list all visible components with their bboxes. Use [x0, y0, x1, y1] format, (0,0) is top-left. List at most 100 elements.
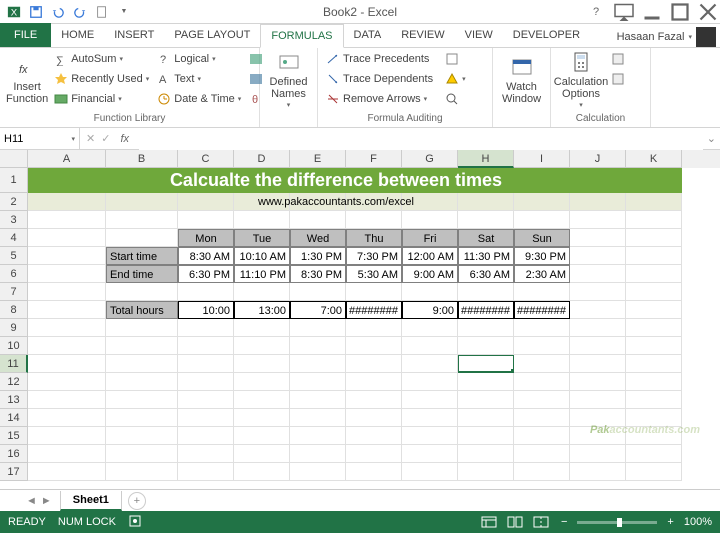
- new-icon[interactable]: [92, 2, 112, 22]
- cancel-icon[interactable]: ✕: [86, 132, 95, 145]
- maximize-icon[interactable]: [668, 2, 692, 22]
- day-header[interactable]: Wed: [290, 229, 346, 247]
- col-header[interactable]: D: [234, 150, 290, 168]
- data-cell[interactable]: 1:30 PM: [290, 247, 346, 265]
- tab-developer[interactable]: DEVELOPER: [503, 23, 590, 47]
- data-cell[interactable]: 8:30 PM: [290, 265, 346, 283]
- tab-view[interactable]: VIEW: [455, 23, 503, 47]
- row-header[interactable]: 8: [0, 301, 28, 319]
- row-header[interactable]: 15: [0, 427, 28, 445]
- tab-insert[interactable]: INSERT: [104, 23, 164, 47]
- row-header[interactable]: 9: [0, 319, 28, 337]
- total-cell[interactable]: ########: [514, 301, 570, 319]
- total-cell[interactable]: 13:00: [234, 301, 290, 319]
- page-break-view-icon[interactable]: [531, 514, 551, 530]
- logical-button[interactable]: ?Logical▾: [155, 50, 243, 68]
- data-cell[interactable]: 5:30 AM: [346, 265, 402, 283]
- tab-file[interactable]: FILE: [0, 23, 51, 47]
- day-header[interactable]: Thu: [346, 229, 402, 247]
- help-icon[interactable]: ?: [584, 2, 608, 22]
- data-cell[interactable]: 9:30 PM: [514, 247, 570, 265]
- calc-sheet-icon[interactable]: [609, 70, 627, 88]
- page-layout-view-icon[interactable]: [505, 514, 525, 530]
- autosum-button[interactable]: ∑AutoSum▾: [52, 50, 151, 68]
- row-header[interactable]: 10: [0, 337, 28, 355]
- insert-function-button[interactable]: fx Insert Function: [6, 50, 48, 110]
- row-header[interactable]: 13: [0, 391, 28, 409]
- recently-used-button[interactable]: Recently Used▾: [52, 70, 151, 88]
- tab-page-layout[interactable]: PAGE LAYOUT: [164, 23, 260, 47]
- data-cell[interactable]: 7:30 PM: [346, 247, 402, 265]
- col-header[interactable]: E: [290, 150, 346, 168]
- day-header[interactable]: Mon: [178, 229, 234, 247]
- active-cell[interactable]: [458, 355, 514, 373]
- row-header[interactable]: 11: [0, 355, 28, 373]
- select-all-corner[interactable]: [0, 150, 28, 168]
- row-header[interactable]: 5: [0, 247, 28, 265]
- row-header[interactable]: 1: [0, 168, 28, 193]
- end-time-label[interactable]: End time: [106, 265, 178, 283]
- excel-icon[interactable]: X: [4, 2, 24, 22]
- row-header[interactable]: 14: [0, 409, 28, 427]
- defined-names-button[interactable]: Defined Names▾: [266, 50, 311, 110]
- macro-record-icon[interactable]: [128, 514, 142, 531]
- watch-window-button[interactable]: Watch Window: [499, 50, 544, 110]
- data-cell[interactable]: 9:00 AM: [402, 265, 458, 283]
- zoom-in-button[interactable]: +: [663, 516, 677, 528]
- redo-icon[interactable]: [70, 2, 90, 22]
- worksheet[interactable]: A B C D E F G H I J K Calcualte the diff…: [0, 150, 720, 489]
- minimize-icon[interactable]: [640, 2, 664, 22]
- total-cell[interactable]: 9:00: [402, 301, 458, 319]
- row-header[interactable]: 3: [0, 211, 28, 229]
- col-header[interactable]: K: [626, 150, 682, 168]
- day-header[interactable]: Tue: [234, 229, 290, 247]
- enter-icon[interactable]: ✓: [101, 132, 110, 145]
- data-cell[interactable]: 2:30 AM: [514, 265, 570, 283]
- zoom-slider[interactable]: [577, 521, 657, 524]
- total-cell[interactable]: ########: [346, 301, 402, 319]
- col-header[interactable]: F: [346, 150, 402, 168]
- row-header[interactable]: 4: [0, 229, 28, 247]
- data-cell[interactable]: 11:30 PM: [458, 247, 514, 265]
- normal-view-icon[interactable]: [479, 514, 499, 530]
- data-cell[interactable]: 6:30 AM: [458, 265, 514, 283]
- total-hours-label[interactable]: Total hours: [106, 301, 178, 319]
- qat-customize-icon[interactable]: ▼: [114, 2, 134, 22]
- calculation-options-button[interactable]: Calculation Options▾: [557, 50, 605, 110]
- financial-button[interactable]: Financial▾: [52, 90, 151, 108]
- sheet-nav-next-icon[interactable]: ►: [41, 495, 52, 507]
- row-header[interactable]: 17: [0, 463, 28, 481]
- trace-dependents-button[interactable]: Trace Dependents: [324, 70, 435, 88]
- day-header[interactable]: Sun: [514, 229, 570, 247]
- row-header[interactable]: 16: [0, 445, 28, 463]
- ribbon-options-icon[interactable]: [612, 2, 636, 22]
- total-cell[interactable]: ########: [458, 301, 514, 319]
- tab-review[interactable]: REVIEW: [391, 23, 454, 47]
- fill-handle[interactable]: [511, 369, 514, 373]
- undo-icon[interactable]: [48, 2, 68, 22]
- formula-input[interactable]: [139, 128, 703, 150]
- row-header[interactable]: 2: [0, 193, 28, 211]
- col-header[interactable]: C: [178, 150, 234, 168]
- user-area[interactable]: Hasaan Fazal▾: [617, 27, 716, 47]
- show-formulas-icon[interactable]: [443, 50, 468, 68]
- tab-data[interactable]: DATA: [344, 23, 392, 47]
- date-time-button[interactable]: Date & Time▾: [155, 90, 243, 108]
- total-cell[interactable]: 7:00: [290, 301, 346, 319]
- calc-now-icon[interactable]: [609, 50, 627, 68]
- data-cell[interactable]: 11:10 PM: [234, 265, 290, 283]
- start-time-label[interactable]: Start time: [106, 247, 178, 265]
- fx-icon[interactable]: fx: [116, 133, 133, 145]
- row-header[interactable]: 7: [0, 283, 28, 301]
- expand-formula-bar-icon[interactable]: ⌄: [703, 132, 720, 145]
- col-header[interactable]: J: [570, 150, 626, 168]
- col-header[interactable]: G: [402, 150, 458, 168]
- text-button[interactable]: AText▾: [155, 70, 243, 88]
- col-header[interactable]: I: [514, 150, 570, 168]
- data-cell[interactable]: 12:00 AM: [402, 247, 458, 265]
- close-icon[interactable]: [696, 2, 720, 22]
- day-header[interactable]: Sat: [458, 229, 514, 247]
- sheet-nav-prev-icon[interactable]: ◄: [26, 495, 37, 507]
- total-cell[interactable]: 10:00: [178, 301, 234, 319]
- day-header[interactable]: Fri: [402, 229, 458, 247]
